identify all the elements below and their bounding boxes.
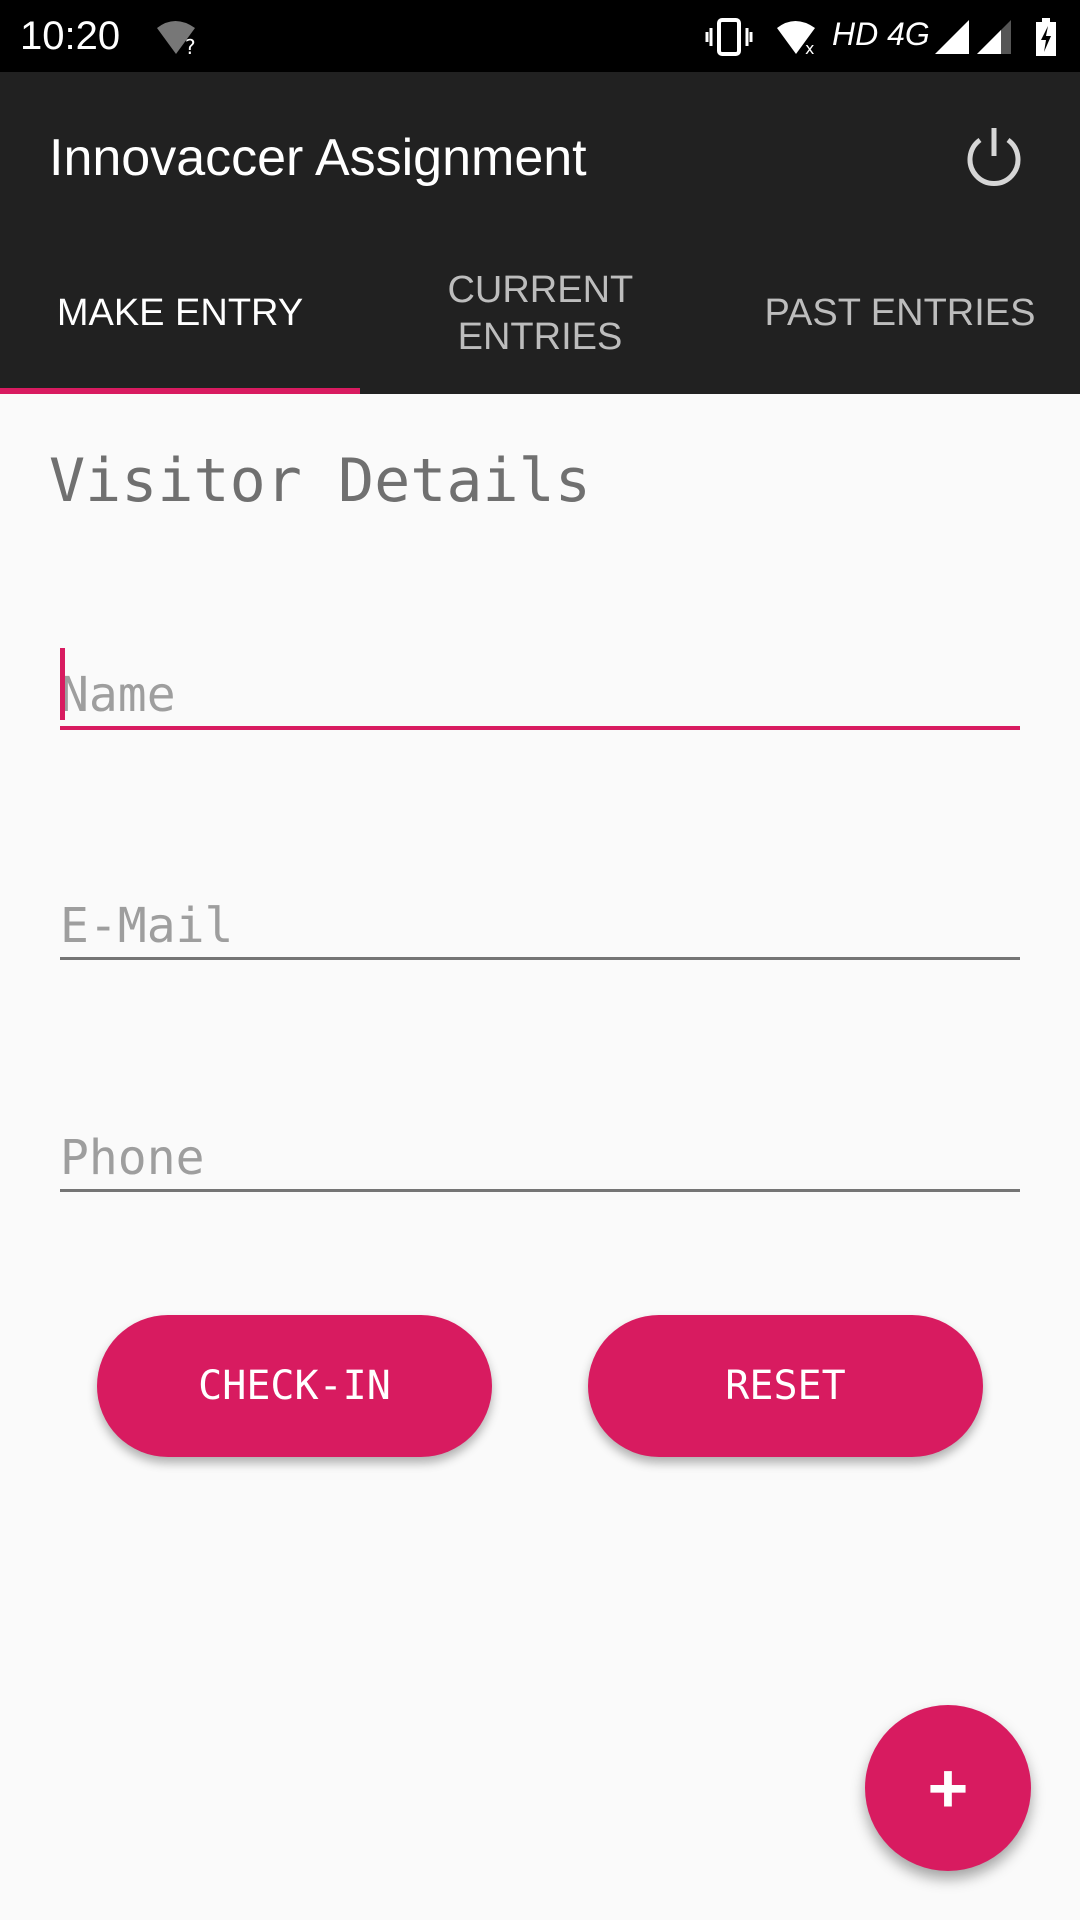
tab-current-entries[interactable]: CURRENT ENTRIES: [360, 240, 720, 388]
email-input[interactable]: [60, 890, 1020, 960]
add-fab-button[interactable]: +: [865, 1705, 1031, 1871]
battery-charging-icon: [1036, 18, 1056, 56]
app-title: Innovaccer Assignment: [49, 129, 587, 187]
tab-past-entries[interactable]: PAST ENTRIES: [720, 240, 1080, 388]
phone-input[interactable]: [60, 1122, 1020, 1192]
text-cursor: [60, 648, 65, 720]
vibrate-icon: [705, 18, 753, 56]
check-in-button[interactable]: CHECK-IN: [97, 1315, 492, 1457]
app-bar: Innovaccer Assignment MAKE ENTRY CURRENT…: [0, 72, 1080, 394]
name-input[interactable]: [60, 660, 1020, 730]
tab-indicator: [0, 388, 360, 394]
reset-button[interactable]: RESET: [588, 1315, 983, 1457]
tab-make-entry[interactable]: MAKE ENTRY: [0, 240, 360, 388]
wifi-off-icon: x: [777, 21, 815, 56]
svg-text:x: x: [805, 39, 814, 56]
network-type: HD 4G: [832, 16, 930, 52]
plus-icon: +: [927, 1749, 969, 1827]
svg-text:?: ?: [185, 35, 196, 56]
status-time: 10:20: [20, 14, 121, 58]
power-icon[interactable]: [962, 124, 1026, 188]
status-bar: 10:20 ? x HD 4G: [0, 0, 1080, 72]
signal-icon: [935, 20, 1011, 54]
form-heading: Visitor Details: [49, 446, 591, 516]
wifi-unknown-icon: ?: [157, 21, 196, 56]
